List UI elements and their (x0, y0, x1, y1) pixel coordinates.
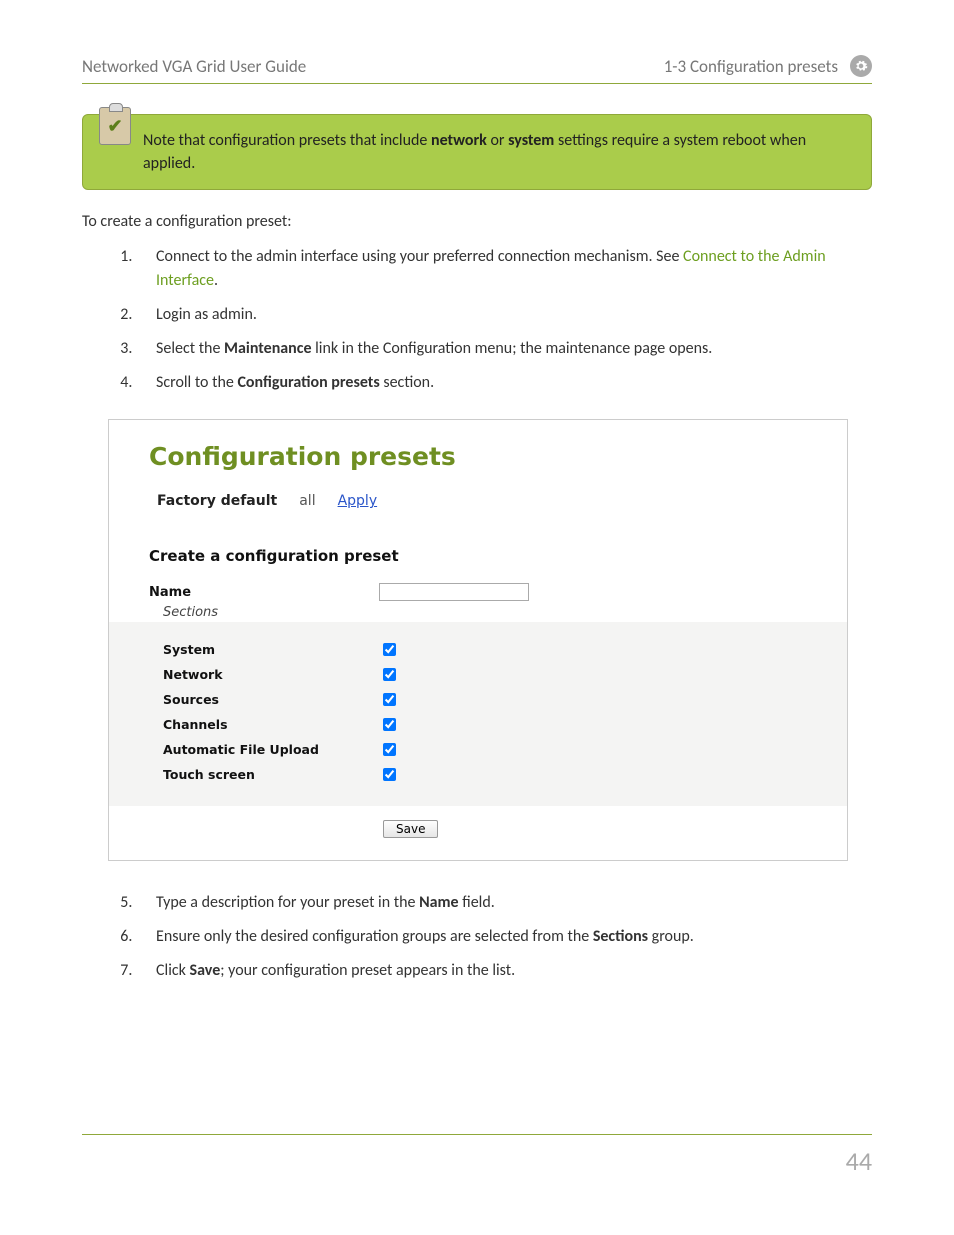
step-1-text: Connect to the admin interface using you… (156, 247, 683, 266)
step-5-text: Type a description for your preset in th… (156, 893, 419, 912)
section-touch-checkbox[interactable] (383, 768, 396, 781)
save-button[interactable]: Save (383, 820, 438, 838)
section-network-row: Network (149, 665, 847, 684)
panel-title: Configuration presets (149, 442, 847, 471)
section-afu-checkbox[interactable] (383, 743, 396, 756)
section-system-row: System (149, 640, 847, 659)
section-touch-row: Touch screen (149, 765, 847, 784)
step-3: Select the Maintenance link in the Confi… (136, 337, 872, 361)
name-label: Name (149, 585, 379, 600)
step-6-suffix: group. (648, 927, 694, 946)
step-1-suffix: . (214, 271, 218, 290)
gear-icon (850, 55, 872, 77)
step-3-bold: Maintenance (224, 339, 311, 358)
section-network-label: Network (149, 667, 379, 682)
clipboard-check-icon: ✔ (99, 107, 131, 145)
header-left: Networked VGA Grid User Guide (82, 56, 306, 77)
step-7-bold: Save (190, 961, 221, 980)
sections-header: Sections (149, 603, 847, 622)
all-label: all (299, 493, 315, 509)
note-bold-network: network (431, 131, 487, 150)
step-3-text: Select the (156, 339, 224, 358)
section-afu-row: Automatic File Upload (149, 740, 847, 759)
step-4-suffix: section. (380, 373, 434, 392)
note-text-1: Note that configuration presets that inc… (143, 131, 431, 150)
header-right: 1-3 Configuration presets (664, 55, 872, 77)
name-input[interactable] (379, 583, 529, 601)
page-header: Networked VGA Grid User Guide 1-3 Config… (82, 55, 872, 84)
create-preset-title: Create a configuration preset (149, 547, 847, 565)
header-section: 1-3 Configuration presets (664, 56, 838, 77)
name-row: Name (149, 583, 847, 601)
section-network-checkbox[interactable] (383, 668, 396, 681)
note-text-2: or (487, 131, 508, 150)
step-4: Scroll to the Configuration presets sect… (136, 371, 872, 395)
section-touch-label: Touch screen (149, 767, 379, 782)
section-channels-label: Channels (149, 717, 379, 732)
note-bold-system: system (508, 131, 554, 150)
section-channels-row: Channels (149, 715, 847, 734)
section-sources-row: Sources (149, 690, 847, 709)
step-3-suffix: link in the Configuration menu; the main… (312, 339, 713, 358)
note-box: ✔ Note that configuration presets that i… (82, 114, 872, 190)
step-7-text: Click (156, 961, 190, 980)
section-sources-checkbox[interactable] (383, 693, 396, 706)
section-channels-checkbox[interactable] (383, 718, 396, 731)
intro-text: To create a configuration preset: (82, 212, 872, 231)
step-5-bold: Name (419, 893, 459, 912)
step-5-suffix: field. (459, 893, 495, 912)
step-4-bold: Configuration presets (237, 373, 379, 392)
step-1: Connect to the admin interface using you… (136, 245, 872, 293)
preset-row: Factory default all Apply (157, 493, 847, 509)
step-6-text: Ensure only the desired configuration gr… (156, 927, 593, 946)
step-2: Login as admin. (136, 303, 872, 327)
config-presets-panel: Configuration presets Factory default al… (108, 419, 848, 861)
section-afu-label: Automatic File Upload (149, 742, 379, 757)
section-sources-label: Sources (149, 692, 379, 707)
page-number: 44 (846, 1145, 872, 1177)
apply-link[interactable]: Apply (338, 493, 378, 509)
step-6-bold: Sections (593, 927, 648, 946)
step-7-suffix: ; your configuration preset appears in t… (220, 961, 515, 980)
section-system-checkbox[interactable] (383, 643, 396, 656)
step-7: Click Save; your configuration preset ap… (136, 959, 872, 983)
step-5: Type a description for your preset in th… (136, 891, 872, 915)
footer-divider (82, 1134, 872, 1135)
sections-block: System Network Sources Channels Automati… (109, 622, 847, 806)
section-system-label: System (149, 642, 379, 657)
factory-default-label: Factory default (157, 493, 277, 509)
steps-list-2: Type a description for your preset in th… (82, 891, 872, 983)
steps-list: Connect to the admin interface using you… (82, 245, 872, 395)
step-6: Ensure only the desired configuration gr… (136, 925, 872, 949)
step-4-text: Scroll to the (156, 373, 237, 392)
